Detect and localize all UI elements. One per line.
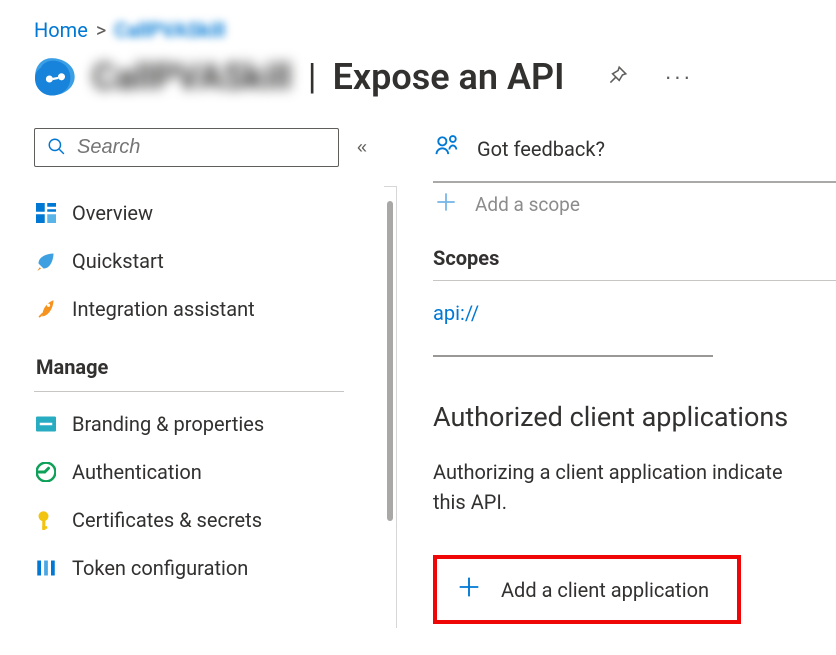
sidebar-item-label: Integration assistant [72, 297, 255, 321]
sidebar-scrollbar[interactable] [384, 186, 396, 628]
sidebar-item-label: Branding & properties [72, 412, 264, 436]
quickstart-icon [36, 251, 56, 271]
sidebar: « Overview Quickstart Integration assist… [34, 128, 384, 619]
token-config-icon [36, 558, 56, 578]
breadcrumb: Home > CallPVASkill [0, 0, 836, 56]
pin-button[interactable] [600, 59, 634, 96]
app-name: CallPVASkill [92, 56, 292, 98]
key-icon [36, 510, 56, 530]
sidebar-item-label: Quickstart [72, 249, 164, 273]
authorized-clients-desc: Authorizing a client application indicat… [433, 457, 836, 517]
search-box[interactable] [34, 128, 339, 167]
sidebar-item-certificates-secrets[interactable]: Certificates & secrets [34, 496, 376, 544]
overview-icon [36, 203, 56, 223]
pin-icon [606, 75, 628, 90]
sidebar-item-branding[interactable]: Branding & properties [34, 400, 376, 448]
feedback-label: Got feedback? [477, 137, 605, 161]
sidebar-item-label: Certificates & secrets [72, 508, 262, 532]
add-scope-button[interactable]: Add a scope [433, 181, 836, 220]
sidebar-item-label: Authentication [72, 460, 202, 484]
h-scrollbar[interactable] [433, 355, 713, 357]
breadcrumb-sep: > [96, 18, 106, 42]
add-scope-label: Add a scope [475, 193, 580, 216]
authorized-clients-heading: Authorized client applications [433, 401, 836, 433]
authentication-icon [36, 462, 56, 482]
scope-uri-link[interactable]: api:// [433, 301, 479, 325]
page-title: Expose an API [333, 56, 565, 98]
add-client-label: Add a client application [501, 578, 709, 602]
scopes-table: api:// [433, 280, 836, 345]
integration-assistant-icon [36, 299, 56, 319]
add-client-application-button[interactable]: Add a client application [433, 555, 741, 624]
sidebar-item-integration-assistant[interactable]: Integration assistant [34, 285, 376, 333]
sidebar-item-label: Token configuration [72, 556, 248, 580]
page-header: CallPVASkill | Expose an API ··· [0, 56, 836, 128]
main-content: Got feedback? Add a scope Scopes api:// … [397, 128, 836, 624]
search-input[interactable] [75, 135, 326, 160]
sidebar-item-quickstart[interactable]: Quickstart [34, 237, 376, 285]
breadcrumb-current[interactable]: CallPVASkill [114, 18, 225, 42]
search-icon [47, 136, 65, 160]
plus-icon [433, 189, 459, 220]
feedback-icon [433, 132, 461, 165]
plus-icon [455, 573, 483, 606]
collapse-sidebar-button[interactable]: « [353, 133, 371, 162]
more-button[interactable]: ··· [658, 60, 698, 94]
sidebar-item-token-configuration[interactable]: Token configuration [34, 544, 376, 592]
scopes-heading: Scopes [433, 246, 836, 280]
title-separator: | [308, 56, 317, 98]
sidebar-section-manage: Manage [34, 333, 344, 392]
sidebar-item-overview[interactable]: Overview [34, 189, 376, 237]
sidebar-item-authentication[interactable]: Authentication [34, 448, 376, 496]
sidebar-item-label: Overview [72, 201, 153, 225]
breadcrumb-home[interactable]: Home [34, 18, 88, 42]
sidebar-nav: Overview Quickstart Integration assistan… [34, 189, 384, 619]
feedback-button[interactable]: Got feedback? [433, 128, 836, 177]
app-registration-icon [34, 57, 78, 97]
branding-icon [36, 414, 56, 434]
